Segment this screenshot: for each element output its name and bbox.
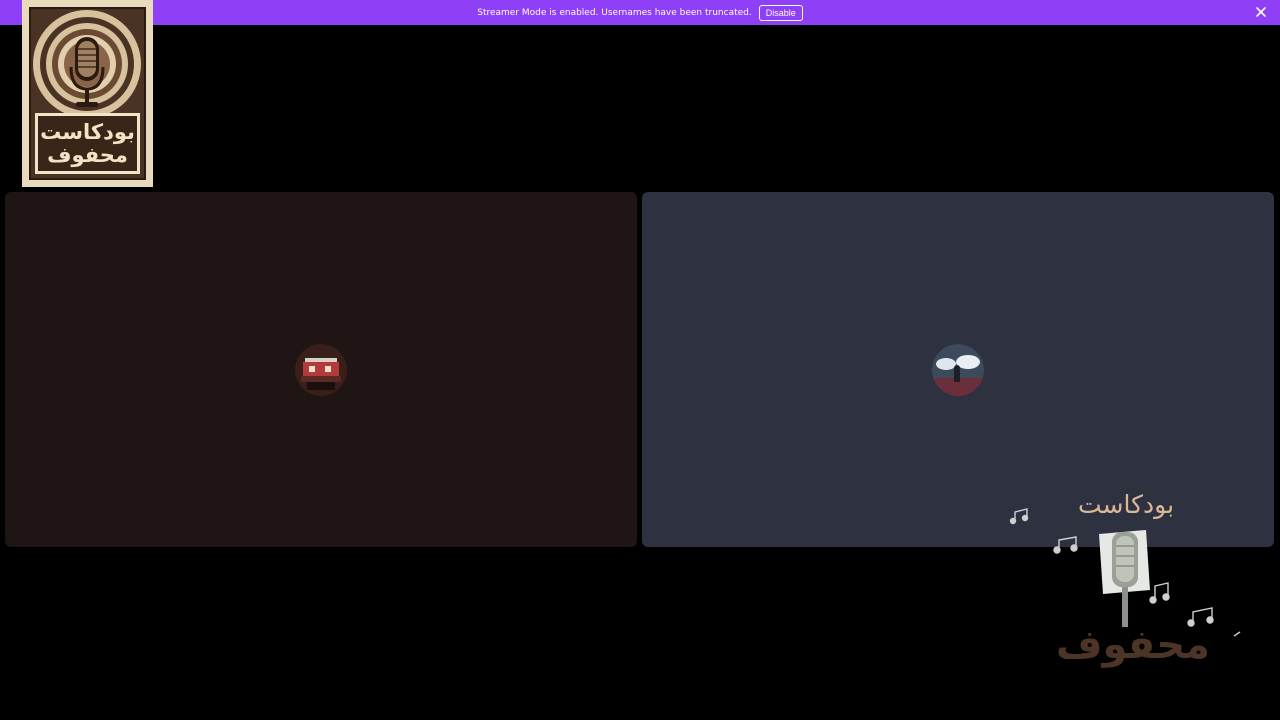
logo-title-line1: بودكاست	[40, 120, 135, 144]
podcast-logo: بودكاست محفوف	[22, 0, 153, 187]
avatar	[295, 344, 347, 396]
disable-streamer-mode-button[interactable]: Disable	[758, 4, 803, 21]
close-icon[interactable]	[1254, 5, 1268, 19]
podcast-overlay: بودكاست محفوف	[1000, 490, 1260, 690]
streamer-mode-banner: Streamer Mode is enabled. Usernames have…	[0, 0, 1280, 25]
avatar	[932, 344, 984, 396]
participant-tile-1[interactable]	[5, 192, 637, 547]
stream-view: Streamer Mode is enabled. Usernames have…	[0, 0, 1280, 720]
overlay-title-bottom: محفوف	[1056, 622, 1210, 668]
logo-title-line2: محفوف	[47, 143, 128, 167]
streamer-mode-message: Streamer Mode is enabled. Usernames have…	[477, 7, 752, 18]
